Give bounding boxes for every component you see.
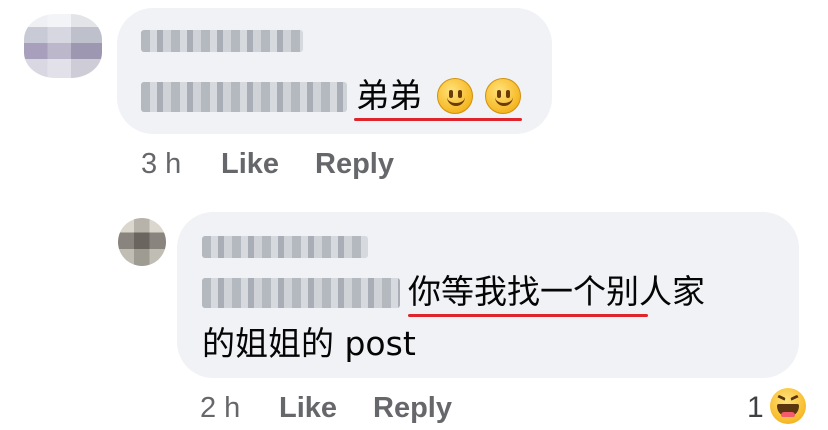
reply-timestamp[interactable]: 2 h	[200, 391, 240, 425]
reply-button[interactable]: Reply	[373, 391, 452, 425]
reply-button[interactable]: Reply	[315, 147, 394, 181]
comment-text: 弟弟	[356, 76, 422, 115]
like-button[interactable]: Like	[221, 147, 279, 181]
reply-text-line-1: 你等我找一个别人家	[408, 272, 705, 311]
like-button[interactable]: Like	[279, 391, 337, 425]
comment-bubble	[117, 8, 552, 134]
reply-text-line-2: 的姐姐的 post	[202, 324, 416, 363]
tagged-user-redacted[interactable]	[141, 82, 347, 112]
reaction-count[interactable]: 1	[747, 391, 764, 425]
avatar[interactable]	[24, 14, 102, 78]
commenter-name-redacted[interactable]	[141, 30, 303, 52]
haha-reaction-icon[interactable]	[770, 388, 806, 424]
smiling-face-icon	[485, 78, 521, 114]
avatar[interactable]	[118, 218, 166, 266]
smiling-face-icon	[437, 78, 473, 114]
commenter-name-redacted[interactable]	[202, 236, 368, 258]
red-underline-annotation	[408, 314, 648, 317]
comment-timestamp[interactable]: 3 h	[141, 147, 181, 181]
tagged-user-redacted[interactable]	[202, 278, 400, 308]
red-underline-annotation	[354, 118, 522, 121]
